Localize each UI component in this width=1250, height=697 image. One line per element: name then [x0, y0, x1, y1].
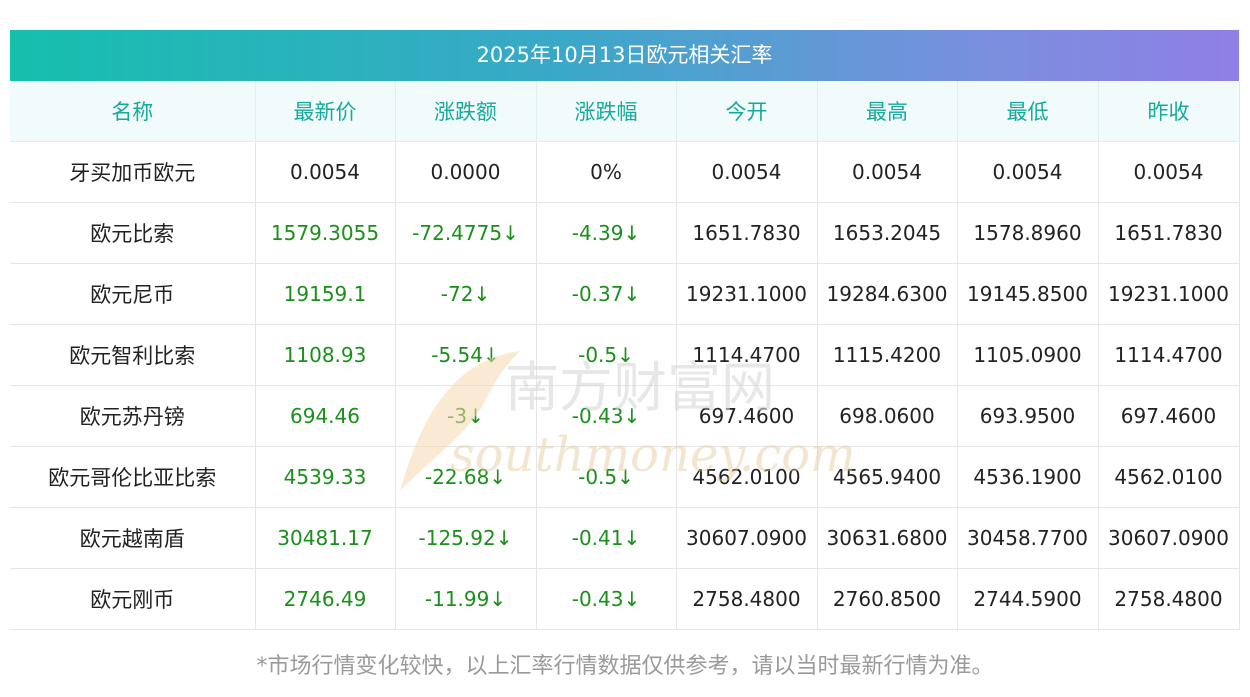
header-latest: 最新价: [255, 81, 396, 142]
cell-prev-close: 1651.7830: [1098, 202, 1240, 264]
cell-open: 30607.0900: [676, 507, 818, 569]
cell-name: 牙买加币欧元: [10, 141, 256, 203]
cell-name: 欧元苏丹镑: [10, 385, 256, 447]
cell-high: 1653.2045: [817, 202, 958, 264]
cell-low: 0.0054: [957, 141, 1099, 203]
header-change: 涨跌额: [395, 81, 537, 142]
cell-open: 0.0054: [676, 141, 818, 203]
cell-open: 19231.1000: [676, 263, 818, 325]
table-row: 欧元智利比索 1108.93 -5.54↓ -0.5↓ 1114.4700 1115.42…: [10, 324, 1240, 386]
cell-change: -11.99↓: [395, 568, 537, 630]
table-title: 2025年10月13日欧元相关汇率: [10, 30, 1239, 81]
rate-table: 名称 最新价 涨跌额 涨跌幅 今开 最高 最低 昨收 牙买加币欧元 0.0054 0…: [10, 81, 1240, 630]
cell-latest: 1108.93: [255, 324, 396, 386]
cell-change-pct: -0.41↓: [536, 507, 677, 569]
table-row: 欧元刚币 2746.49 -11.99↓ -0.43↓ 2758.4800 2760.85…: [10, 568, 1240, 630]
cell-latest: 0.0054: [255, 141, 396, 203]
table-row: 欧元比索 1579.3055 -72.4775↓ -4.39↓ 1651.7830 165…: [10, 202, 1240, 264]
cell-low: 4536.1900: [957, 446, 1099, 508]
cell-name: 欧元尼币: [10, 263, 256, 325]
disclaimer-footnote: *市场行情变化较快，以上汇率行情数据仅供参考，请以当时最新行情为准。: [256, 654, 994, 679]
header-high: 最高: [817, 81, 958, 142]
cell-change: -22.68↓: [395, 446, 537, 508]
cell-name: 欧元刚币: [10, 568, 256, 630]
cell-change-pct: -0.43↓: [536, 568, 677, 630]
cell-prev-close: 2758.4800: [1098, 568, 1240, 630]
cell-high: 4565.9400: [817, 446, 958, 508]
table-row: 牙买加币欧元 0.0054 0.0000 0% 0.0054 0.0054 0.0054 0.…: [10, 141, 1240, 203]
header-open: 今开: [676, 81, 818, 142]
cell-prev-close: 697.4600: [1098, 385, 1240, 447]
cell-change: -72.4775↓: [395, 202, 537, 264]
cell-change-pct: 0%: [536, 141, 677, 203]
cell-low: 693.9500: [957, 385, 1099, 447]
cell-prev-close: 19231.1000: [1098, 263, 1240, 325]
cell-latest: 1579.3055: [255, 202, 396, 264]
cell-change-pct: -4.39↓: [536, 202, 677, 264]
header-prev-close: 昨收: [1098, 81, 1240, 142]
header-row: 名称 最新价 涨跌额 涨跌幅 今开 最高 最低 昨收: [10, 81, 1240, 142]
header-change-pct: 涨跌幅: [536, 81, 677, 142]
cell-change: 0.0000: [395, 141, 537, 203]
table-row: 欧元越南盾 30481.17 -125.92↓ -0.41↓ 30607.0900 306…: [10, 507, 1240, 569]
cell-change: -125.92↓: [395, 507, 537, 569]
cell-low: 1105.0900: [957, 324, 1099, 386]
cell-open: 2758.4800: [676, 568, 818, 630]
cell-high: 1115.4200: [817, 324, 958, 386]
cell-change: -5.54↓: [395, 324, 537, 386]
cell-latest: 694.46: [255, 385, 396, 447]
table-row: 欧元哥伦比亚比索 4539.33 -22.68↓ -0.5↓ 4562.0100 4565…: [10, 446, 1240, 508]
header-low: 最低: [957, 81, 1099, 142]
cell-low: 19145.8500: [957, 263, 1099, 325]
cell-name: 欧元比索: [10, 202, 256, 264]
header-name: 名称: [10, 81, 256, 142]
table-row: 欧元苏丹镑 694.46 -3↓ -0.43↓ 697.4600 698.0600 693.…: [10, 385, 1240, 447]
table-body: 牙买加币欧元 0.0054 0.0000 0% 0.0054 0.0054 0.0054 0.…: [10, 141, 1240, 630]
cell-open: 4562.0100: [676, 446, 818, 508]
cell-change-pct: -0.43↓: [536, 385, 677, 447]
cell-prev-close: 30607.0900: [1098, 507, 1240, 569]
cell-latest: 30481.17: [255, 507, 396, 569]
cell-high: 19284.6300: [817, 263, 958, 325]
cell-prev-close: 4562.0100: [1098, 446, 1240, 508]
cell-open: 1651.7830: [676, 202, 818, 264]
cell-low: 2744.5900: [957, 568, 1099, 630]
table-area: 名称 最新价 涨跌额 涨跌幅 今开 最高 最低 昨收 牙买加币欧元 0.0054 0…: [10, 81, 1240, 630]
cell-change: -72↓: [395, 263, 537, 325]
cell-prev-close: 0.0054: [1098, 141, 1240, 203]
cell-latest: 4539.33: [255, 446, 396, 508]
cell-high: 698.0600: [817, 385, 958, 447]
cell-change-pct: -0.37↓: [536, 263, 677, 325]
cell-change-pct: -0.5↓: [536, 446, 677, 508]
cell-latest: 19159.1: [255, 263, 396, 325]
cell-open: 697.4600: [676, 385, 818, 447]
cell-name: 欧元哥伦比亚比索: [10, 446, 256, 508]
cell-latest: 2746.49: [255, 568, 396, 630]
cell-name: 欧元智利比索: [10, 324, 256, 386]
cell-change: -3↓: [395, 385, 537, 447]
rate-table-container: 2025年10月13日欧元相关汇率 名称 最新价 涨跌额 涨跌幅 今开 最高 最…: [10, 30, 1240, 630]
cell-open: 1114.4700: [676, 324, 818, 386]
cell-name: 欧元越南盾: [10, 507, 256, 569]
cell-high: 0.0054: [817, 141, 958, 203]
cell-low: 1578.8960: [957, 202, 1099, 264]
cell-prev-close: 1114.4700: [1098, 324, 1240, 386]
cell-low: 30458.7700: [957, 507, 1099, 569]
cell-high: 2760.8500: [817, 568, 958, 630]
cell-change-pct: -0.5↓: [536, 324, 677, 386]
cell-high: 30631.6800: [817, 507, 958, 569]
table-row: 欧元尼币 19159.1 -72↓ -0.37↓ 19231.1000 19284.630…: [10, 263, 1240, 325]
